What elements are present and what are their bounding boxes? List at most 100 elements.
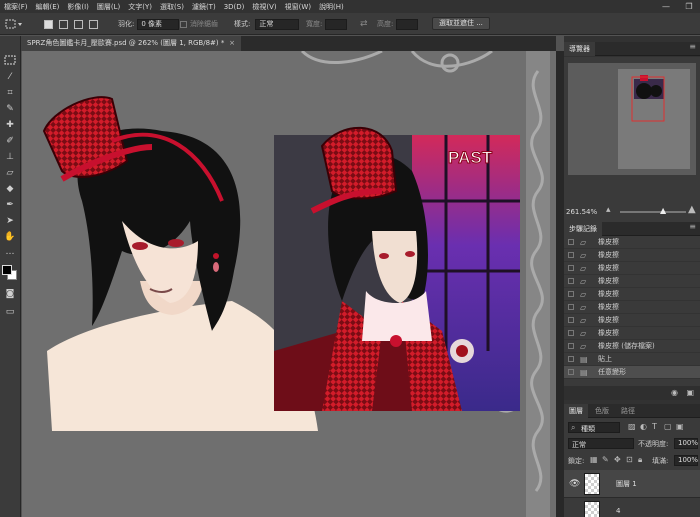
subtract-selection-icon[interactable] bbox=[74, 19, 83, 29]
menu-image[interactable]: 影像(I) bbox=[63, 2, 93, 12]
swap-dimensions-icon[interactable]: ⇄ bbox=[360, 18, 368, 30]
layer-filter-select[interactable]: ⌕ 種類 bbox=[568, 422, 620, 433]
foreground-color-swatch[interactable] bbox=[2, 265, 12, 275]
antialias-checkbox[interactable] bbox=[180, 20, 187, 28]
camera-icon[interactable]: ◉ bbox=[671, 388, 678, 397]
lock-all-icon[interactable]: 🔒︎ bbox=[638, 455, 642, 465]
history-menu-icon[interactable]: ≡ bbox=[689, 222, 696, 231]
history-panel: ▱ 橡皮擦 ▱ 橡皮擦 ▱ 橡皮擦 ▱ 橡皮擦 ▱ 橡皮擦 ▱ 橡皮擦 ▱ 橡皮擦 ▱ 橡皮擦 … bbox=[564, 236, 700, 386]
layer-name: 4 bbox=[616, 507, 621, 515]
lock-pixels-icon[interactable]: ✎ bbox=[602, 455, 609, 464]
blend-mode-select[interactable]: 正常 bbox=[568, 438, 634, 449]
screen-mode-icon[interactable]: ▭ bbox=[3, 306, 17, 318]
canvas-area[interactable]: PAST bbox=[22, 51, 556, 517]
tab-paths[interactable]: 路徑 bbox=[616, 404, 640, 418]
path-selection-tool-icon[interactable]: ➤ bbox=[3, 215, 17, 227]
crop-tool-icon[interactable]: ⌗ bbox=[3, 87, 17, 99]
navigator-menu-icon[interactable]: ≡ bbox=[689, 42, 696, 51]
brush-tool-icon[interactable]: ✐ bbox=[3, 135, 17, 147]
history-item[interactable]: ▱ 橡皮擦 bbox=[564, 236, 700, 249]
canvas-artwork: PAST bbox=[42, 51, 550, 517]
history-item[interactable]: ▤ 貼上 bbox=[564, 353, 700, 366]
options-bar: 羽化: 0 像素 消除鋸齒 樣式: 正常 寬度: ⇄ 高度: 選取並遮住 ... bbox=[0, 13, 700, 35]
layer-row-selected[interactable]: 👁︎ 圖層 1 bbox=[564, 470, 700, 498]
tab-navigator[interactable]: 導覽器 bbox=[564, 42, 595, 56]
menu-file[interactable]: 檔案(F) bbox=[0, 2, 32, 12]
menu-select[interactable]: 選取(S) bbox=[156, 2, 188, 12]
magic-wand-tool-icon[interactable]: ⁄ bbox=[3, 71, 17, 83]
quick-mask-icon[interactable]: ◙ bbox=[3, 288, 17, 300]
history-item-selected[interactable]: ▤ 任意變形 bbox=[564, 366, 700, 379]
more-tools-icon[interactable]: … bbox=[3, 246, 17, 258]
tab-channels[interactable]: 色版 bbox=[590, 404, 614, 418]
history-item[interactable]: ▱ 橡皮擦 bbox=[564, 288, 700, 301]
history-item[interactable]: ▱ 橡皮擦 bbox=[564, 275, 700, 288]
filter-smart-icon[interactable]: ▣ bbox=[676, 422, 684, 431]
navigator-zoom-value[interactable]: 261.54% bbox=[566, 208, 597, 216]
eye-icon[interactable]: 👁︎ bbox=[569, 479, 580, 489]
eraser-tool-icon[interactable]: ▱ bbox=[3, 167, 17, 179]
menu-filter[interactable]: 濾鏡(T) bbox=[188, 2, 220, 12]
tab-layers[interactable]: 圖層 bbox=[564, 404, 588, 418]
close-tab-icon[interactable]: × bbox=[229, 36, 235, 51]
clone-stamp-tool-icon[interactable]: ⊥ bbox=[3, 151, 17, 163]
style-select[interactable]: 正常 bbox=[255, 18, 300, 30]
eye-hidden-icon[interactable]: · bbox=[569, 507, 572, 517]
tab-history[interactable]: 步驟記錄 bbox=[564, 222, 602, 236]
opacity-input[interactable]: 100% bbox=[674, 438, 698, 449]
layer-row[interactable]: · 4 bbox=[564, 498, 700, 517]
healing-brush-tool-icon[interactable]: ✚ bbox=[3, 119, 17, 131]
delete-state-icon[interactable]: ▣ bbox=[686, 388, 694, 397]
menu-help[interactable]: 說明(H) bbox=[315, 2, 348, 12]
new-selection-icon[interactable] bbox=[44, 19, 53, 29]
transform-icon: ▤ bbox=[580, 368, 588, 377]
eyedropper-tool-icon[interactable]: ✎ bbox=[3, 103, 17, 115]
rectangular-marquee-tool-icon[interactable] bbox=[3, 55, 17, 67]
menu-edit[interactable]: 編輯(E) bbox=[32, 2, 64, 12]
hand-tool-icon[interactable]: ✋ bbox=[3, 231, 17, 243]
navigator-preview[interactable] bbox=[618, 69, 690, 169]
history-item[interactable]: ▱ 橡皮擦 bbox=[564, 262, 700, 275]
filter-adjustment-icon[interactable]: ◐ bbox=[640, 422, 647, 431]
history-item[interactable]: ▱ 橡皮擦 (儲存檔案) bbox=[564, 340, 700, 353]
height-label: 高度: bbox=[377, 20, 394, 28]
fill-input[interactable]: 100% bbox=[674, 455, 698, 466]
height-input[interactable] bbox=[396, 18, 419, 30]
document-tab[interactable]: SPRZ角色圖鑑卡月_壓歐賽.psd @ 262% (圖層 1, RGB/8#)… bbox=[21, 36, 241, 51]
history-item[interactable]: ▱ 橡皮擦 bbox=[564, 301, 700, 314]
filter-pixel-icon[interactable]: ▨ bbox=[628, 422, 636, 431]
lock-artboard-icon[interactable]: ⊡ bbox=[626, 455, 633, 464]
selection-mode-icons[interactable] bbox=[44, 18, 98, 30]
menu-view[interactable]: 檢視(V) bbox=[248, 2, 280, 12]
menu-window[interactable]: 視窗(W) bbox=[281, 2, 315, 12]
pen-tool-icon[interactable]: ✒ bbox=[3, 199, 17, 211]
feather-input[interactable]: 0 像素 bbox=[137, 18, 180, 30]
select-and-mask-button[interactable]: 選取並遮住 ... bbox=[432, 16, 490, 30]
lock-transparent-icon[interactable]: ▦ bbox=[590, 455, 598, 464]
menu-layer[interactable]: 圖層(L) bbox=[93, 2, 124, 12]
menu-3d[interactable]: 3D(D) bbox=[220, 3, 249, 11]
history-item[interactable]: ▱ 橡皮擦 bbox=[564, 249, 700, 262]
layers-tab-row: 圖層 色版 路徑 bbox=[564, 404, 700, 418]
history-item[interactable]: ▱ 橡皮擦 bbox=[564, 327, 700, 340]
filter-type-icon[interactable]: T bbox=[652, 422, 657, 431]
history-item[interactable]: ▱ 橡皮擦 bbox=[564, 314, 700, 327]
menu-type[interactable]: 文字(Y) bbox=[124, 2, 156, 12]
zoom-slider[interactable] bbox=[620, 211, 686, 213]
intersect-selection-icon[interactable] bbox=[89, 19, 98, 29]
minimize-button[interactable]: — bbox=[656, 0, 676, 13]
add-selection-icon[interactable] bbox=[59, 19, 68, 29]
layer-thumbnail bbox=[584, 473, 600, 495]
layers-panel: ⌕ 種類 ▨ ◐ T ▢ ▣ 正常 不透明度: 100% 鎖定: ▦ ✎ ✥ ⊡… bbox=[564, 418, 700, 517]
restore-button[interactable]: ❐ bbox=[679, 0, 699, 13]
blur-tool-icon[interactable]: ◆ bbox=[3, 183, 17, 195]
eraser-icon: ▱ bbox=[580, 277, 587, 286]
filter-shape-icon[interactable]: ▢ bbox=[664, 422, 672, 431]
zoom-slider-handle-icon[interactable]: ▲ bbox=[660, 206, 666, 215]
zoom-in-icon[interactable]: ▲ bbox=[688, 204, 696, 215]
zoom-out-icon[interactable]: ▴ bbox=[606, 205, 611, 215]
eraser-icon: ▱ bbox=[580, 264, 587, 273]
marquee-tool-preset-icon[interactable] bbox=[4, 18, 24, 30]
width-input[interactable] bbox=[325, 18, 348, 30]
lock-position-icon[interactable]: ✥ bbox=[614, 455, 621, 464]
